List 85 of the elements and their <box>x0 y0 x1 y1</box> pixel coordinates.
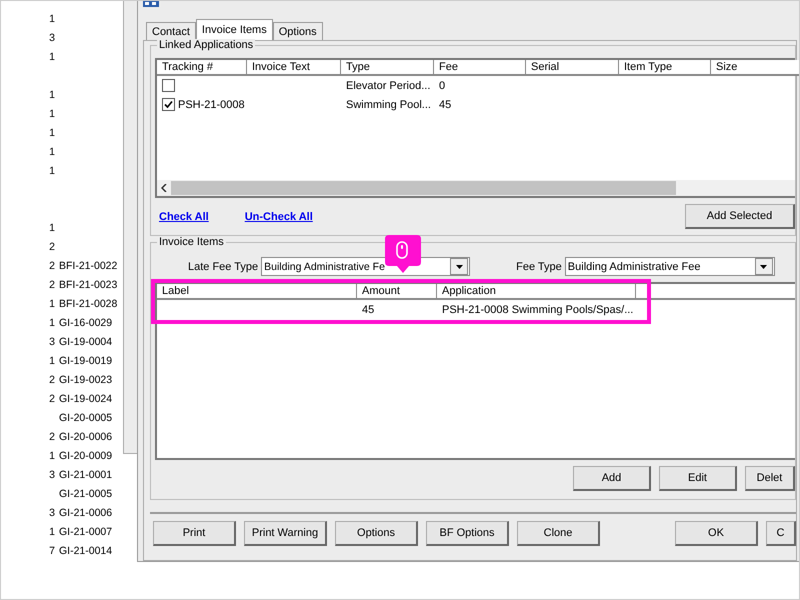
grid-action-button[interactable]: Add <box>573 466 651 491</box>
list-code: GI-19-0019 <box>59 354 112 366</box>
list-count: 2 <box>49 392 55 404</box>
list-count: 1 <box>49 316 55 328</box>
list-count: 2 <box>49 278 55 290</box>
column-header[interactable]: Tracking # <box>157 60 247 76</box>
table-cell: Swimming Pool... <box>346 98 431 110</box>
table-cell: Elevator Period... <box>346 80 430 92</box>
list-count: 2 <box>49 260 55 272</box>
list-count: 1 <box>49 88 55 100</box>
group-title: Linked Applications <box>157 39 256 51</box>
tab[interactable]: Contact <box>146 22 196 40</box>
link[interactable]: Un-Check All <box>244 210 313 222</box>
dropdown-arrow-icon <box>760 264 768 268</box>
footer-button[interactable]: Options <box>335 521 418 546</box>
group-title: Invoice Items <box>157 236 226 248</box>
list-count: 1 <box>49 126 55 138</box>
list-code: GI-21-0007 <box>59 526 112 538</box>
footer-button[interactable]: C <box>766 521 796 546</box>
list-count: 1 <box>49 354 55 366</box>
grid-action-button[interactable]: Delet <box>745 466 795 491</box>
list-code: GI-20-0005 <box>59 412 112 424</box>
list-code: GI-20-0009 <box>59 450 112 462</box>
table-cell: 45 <box>439 98 452 110</box>
column-header[interactable]: Type <box>341 60 434 76</box>
table-cell: PSH-21-0008 Swimming Pools/Spas/... <box>442 304 634 316</box>
link[interactable]: Check All <box>159 210 209 222</box>
table-cell: 0 <box>439 80 446 92</box>
table-cell: 45 <box>362 304 374 316</box>
list-code: GI-16-0029 <box>59 316 112 328</box>
tab[interactable]: Options <box>272 22 323 40</box>
footer-button[interactable]: Print <box>153 521 236 546</box>
list-count: 3 <box>49 32 55 44</box>
column-header[interactable]: Application <box>437 284 636 300</box>
list-code: BFI-21-0023 <box>59 278 118 290</box>
list-code: GI-21-0001 <box>59 468 112 480</box>
checkbox[interactable] <box>162 98 175 111</box>
footer-button[interactable]: Clone <box>517 521 600 546</box>
column-header[interactable]: Item Type <box>619 60 711 76</box>
column-header[interactable]: Invoice Text <box>247 60 341 76</box>
list-code: GI-21-0005 <box>59 488 112 500</box>
mouse-icon <box>396 241 408 259</box>
tab[interactable]: Invoice Items <box>196 19 273 40</box>
list-count: 1 <box>49 108 55 120</box>
field-label: Fee Type <box>516 260 562 272</box>
column-header[interactable]: Amount <box>357 284 437 300</box>
checkbox[interactable] <box>162 79 175 92</box>
list-count: 2 <box>49 430 55 442</box>
list-count: 1 <box>49 450 55 462</box>
footer-button[interactable]: OK <box>675 521 758 546</box>
list-count: 1 <box>49 50 55 62</box>
dropdown-arrow-icon <box>456 264 463 268</box>
list-code: BFI-21-0028 <box>59 298 118 310</box>
list-code: GI-21-0006 <box>59 506 112 518</box>
list-count: 1 <box>49 298 55 310</box>
list-code: GI-19-0024 <box>59 392 112 404</box>
footer-button[interactable]: BF Options <box>426 521 509 546</box>
footer-button[interactable]: Print Warning <box>244 521 327 546</box>
column-header[interactable]: Label <box>157 284 357 300</box>
list-count: 3 <box>49 506 55 518</box>
dropdown-field[interactable]: Building Administrative Fee <box>564 257 775 276</box>
list-count: 3 <box>49 336 55 348</box>
list-code: GI-19-0023 <box>59 374 112 386</box>
horizontal-scrollbar[interactable] <box>157 180 795 196</box>
list-count: 2 <box>49 374 55 386</box>
column-header[interactable]: Serial <box>526 60 619 76</box>
list-count: 2 <box>49 240 55 252</box>
dropdown-field[interactable]: Building Administrative Fe <box>261 257 470 276</box>
list-count: 3 <box>49 468 55 480</box>
list-count: 1 <box>49 222 55 234</box>
list-code: GI-21-0014 <box>59 544 112 556</box>
field-label: Late Fee Type <box>188 260 258 272</box>
column-header[interactable]: Fee <box>434 60 526 76</box>
column-header[interactable]: Size <box>711 60 799 76</box>
add-selected-button[interactable]: Add Selected <box>685 204 795 229</box>
list-count: 7 <box>49 544 55 556</box>
list-code: GI-19-0004 <box>59 336 112 348</box>
table-cell: PSH-21-0008 <box>178 98 245 110</box>
list-code: BFI-21-0022 <box>59 260 118 272</box>
list-code: GI-20-0006 <box>59 430 112 442</box>
grid-action-button[interactable]: Edit <box>659 466 737 491</box>
list-count: 1 <box>49 526 55 538</box>
list-count: 1 <box>49 164 55 176</box>
list-count: 1 <box>49 12 55 24</box>
list-count: 1 <box>49 146 55 158</box>
